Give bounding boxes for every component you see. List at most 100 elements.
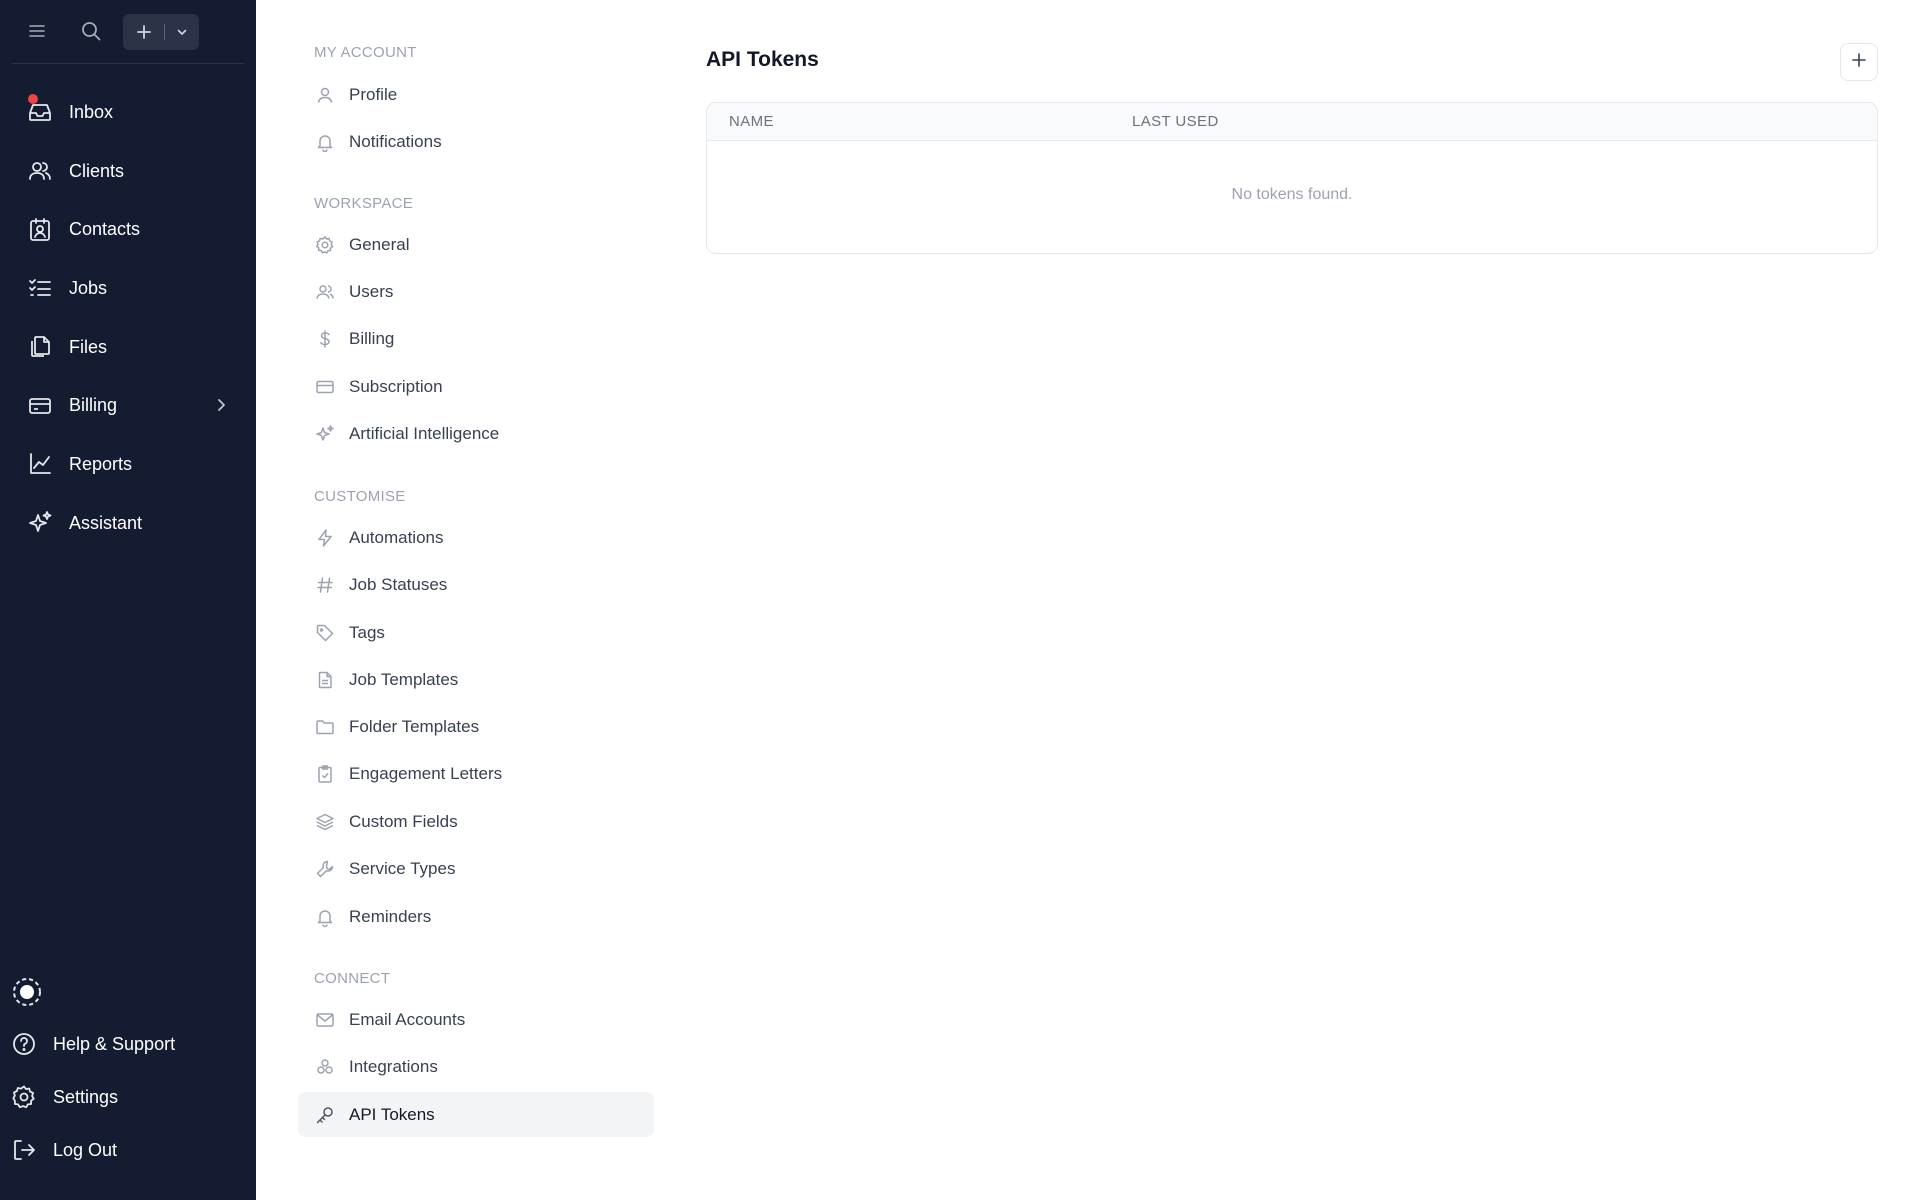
subnav-label: Tags [349, 622, 385, 642]
tokens-table: NAME LAST USED No tokens found. [706, 102, 1878, 254]
plus-icon [1850, 51, 1868, 74]
subnav-label: Folder Templates [349, 716, 480, 736]
subnav-label: Subscription [349, 376, 443, 396]
user-icon [314, 84, 336, 106]
subnav-label: Profile [349, 84, 398, 104]
page-title: API Tokens [706, 48, 819, 71]
tag-icon [314, 622, 336, 644]
subnav-item-notifications[interactable]: Notifications [298, 119, 654, 164]
subnav-item-billing[interactable]: Billing [298, 316, 654, 361]
empty-state-message: No tokens found. [1231, 186, 1353, 203]
new-item-button[interactable] [123, 14, 199, 50]
divider [12, 63, 244, 64]
subnav-label: Users [349, 281, 394, 301]
subnav-item-reminders[interactable]: Reminders [298, 894, 654, 939]
nav-label: Files [69, 336, 108, 357]
nav-item-reports[interactable]: Reports [0, 435, 256, 494]
dollar-icon [314, 328, 336, 350]
subnav-item-general[interactable]: General [298, 222, 654, 267]
settings-link[interactable]: Settings [10, 1077, 118, 1117]
nav-item-inbox[interactable]: Inbox [0, 83, 256, 142]
subnav-item-profile[interactable]: Profile [298, 72, 654, 117]
nav-label: Contacts [69, 219, 141, 240]
subnav-label: Automations [349, 527, 444, 547]
subnav-label: Billing [349, 328, 395, 348]
subnav-item-custom-fields[interactable]: Custom Fields [298, 799, 654, 844]
subnav-item-integrations[interactable]: Integrations [298, 1044, 654, 1089]
subnav-item-service-types[interactable]: Service Types [298, 846, 654, 891]
chevron-right-icon[interactable] [210, 394, 232, 416]
subnav-label: Service Types [349, 858, 456, 878]
nav-item-clients[interactable]: Clients [0, 142, 256, 201]
bell-icon [314, 906, 336, 928]
subnav-label: Job Statuses [349, 574, 448, 594]
nav-label: Reports [69, 453, 133, 474]
subnav-label: Reminders [349, 906, 432, 926]
hash-icon [314, 574, 336, 596]
nav-item-files[interactable]: Files [0, 318, 256, 377]
subnav-label: Custom Fields [349, 811, 458, 831]
checklist-icon [26, 274, 54, 302]
section-title-connect: CONNECT [314, 970, 391, 987]
logout-link[interactable]: Log Out [10, 1130, 117, 1170]
main-sidebar: Inbox Clients Contacts Jobs Files Billin… [0, 0, 256, 1200]
nav-label: Inbox [69, 101, 114, 122]
subnav-label: API Tokens [349, 1104, 435, 1124]
subnav-item-job-statuses[interactable]: Job Statuses [298, 562, 654, 607]
line-chart-icon [26, 450, 54, 478]
document-icon [314, 669, 336, 691]
logout-label: Log Out [53, 1139, 118, 1160]
wrench-icon [314, 858, 336, 880]
sidebar-topbar [0, 0, 256, 64]
users-icon [26, 157, 54, 185]
section-title-workspace: WORKSPACE [314, 195, 414, 212]
subnav-item-artificial-intelligence[interactable]: Artificial Intelligence [298, 411, 654, 456]
nav-item-contacts[interactable]: Contacts [0, 200, 256, 259]
sparkles-icon [26, 509, 54, 537]
status-circle-icon[interactable] [10, 975, 44, 1009]
key-icon [314, 1104, 336, 1126]
mail-icon [314, 1009, 336, 1031]
subnav-label: Email Accounts [349, 1009, 466, 1029]
integrations-icon [314, 1056, 336, 1078]
subnav-label: Artificial Intelligence [349, 423, 500, 443]
files-icon [26, 333, 54, 361]
chevron-down-icon[interactable] [165, 14, 199, 50]
add-token-button[interactable] [1840, 43, 1878, 81]
nav-label: Clients [69, 160, 125, 181]
bell-icon [314, 131, 336, 153]
credit-card-icon [26, 392, 54, 420]
subnav-item-automations[interactable]: Automations [298, 515, 654, 560]
credit-card-icon [314, 376, 336, 398]
column-header-name[interactable]: NAME [729, 113, 774, 130]
subnav-item-users[interactable]: Users [298, 269, 654, 314]
subnav-item-api-tokens[interactable]: API Tokens [298, 1092, 654, 1137]
subnav-item-engagement-letters[interactable]: Engagement Letters [298, 751, 654, 796]
menu-icon[interactable] [22, 16, 52, 46]
subnav-label: Job Templates [349, 669, 459, 689]
subnav-label: Engagement Letters [349, 763, 503, 783]
subnav-item-folder-templates[interactable]: Folder Templates [298, 704, 654, 749]
column-header-last-used[interactable]: LAST USED [1132, 113, 1219, 130]
subnav-label: General [349, 234, 410, 254]
help-support-link[interactable]: Help & Support [10, 1024, 175, 1064]
nav-item-assistant[interactable]: Assistant [0, 494, 256, 553]
plus-icon[interactable] [124, 14, 164, 50]
sparkles-icon [314, 423, 336, 445]
nav-label: Billing [69, 395, 118, 416]
subnav-item-email-accounts[interactable]: Email Accounts [298, 997, 654, 1042]
nav-item-billing[interactable]: Billing [0, 376, 256, 435]
subnav-item-job-templates[interactable]: Job Templates [298, 657, 654, 702]
folder-icon [314, 716, 336, 738]
subnav-label: Notifications [349, 131, 442, 151]
clipboard-check-icon [314, 763, 336, 785]
help-circle-icon [10, 1030, 38, 1058]
nav-item-jobs[interactable]: Jobs [0, 259, 256, 318]
subnav-item-subscription[interactable]: Subscription [298, 364, 654, 409]
contact-card-icon [26, 216, 54, 244]
notification-badge [28, 94, 38, 104]
subnav-item-tags[interactable]: Tags [298, 610, 654, 655]
nav-label: Jobs [69, 277, 108, 298]
nav-label: Assistant [69, 512, 143, 533]
search-icon[interactable] [76, 16, 106, 46]
